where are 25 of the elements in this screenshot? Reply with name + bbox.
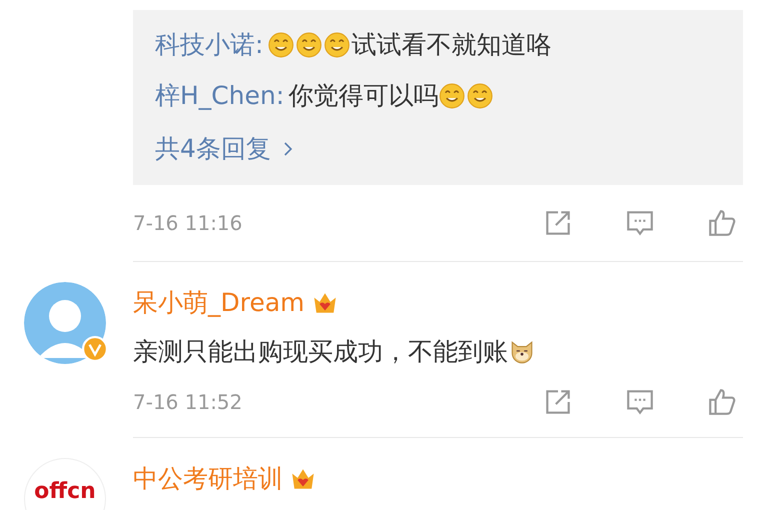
timestamp: 7-16 11:16 bbox=[133, 211, 242, 235]
dog-emoji-icon bbox=[509, 339, 535, 365]
comment-icon[interactable] bbox=[625, 208, 655, 238]
username[interactable]: 呆小萌_Dream bbox=[133, 286, 305, 319]
thumbs-up-icon[interactable] bbox=[707, 387, 737, 417]
comment-icon[interactable] bbox=[625, 387, 655, 417]
share-icon[interactable] bbox=[543, 387, 573, 417]
comment-text: 亲测只能出购现买成功，不能到账 bbox=[133, 337, 508, 367]
more-replies-link[interactable]: 共4条回复 bbox=[155, 132, 293, 165]
timestamp: 7-16 11:52 bbox=[133, 390, 242, 414]
share-icon[interactable] bbox=[543, 208, 573, 238]
thumbs-up-icon[interactable] bbox=[707, 208, 737, 238]
avatar-logo[interactable]: offcn bbox=[24, 458, 106, 510]
smiley-emoji-icon bbox=[268, 32, 294, 58]
reply-author[interactable]: 科技小诺: bbox=[155, 30, 264, 60]
username[interactable]: 中公考研培训 bbox=[133, 462, 283, 495]
smiley-emoji-icon bbox=[439, 83, 466, 109]
comment-text: 试试看不就知道咯 bbox=[351, 30, 552, 60]
smiley-emoji-icon bbox=[324, 32, 350, 58]
smiley-emoji-icon bbox=[296, 32, 322, 58]
chevron-right-icon bbox=[282, 140, 293, 156]
avatar-silhouette[interactable] bbox=[24, 282, 106, 364]
comment-text: 你觉得可以吗 bbox=[288, 81, 438, 111]
reply-author[interactable]: 梓H_Chen: bbox=[155, 81, 284, 111]
smiley-emoji-icon bbox=[467, 83, 494, 109]
